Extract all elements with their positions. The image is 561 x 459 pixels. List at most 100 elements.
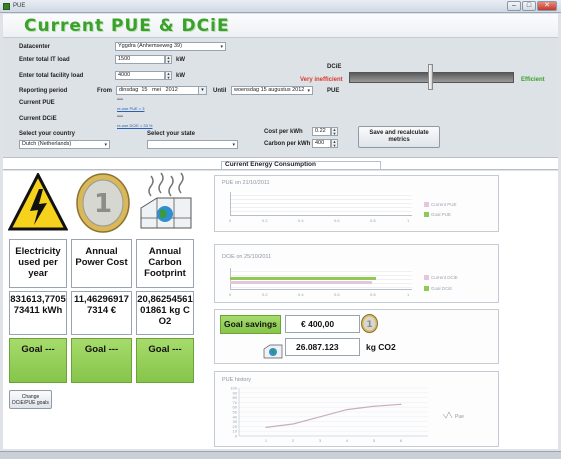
dcie-slider-label: DCiE xyxy=(327,64,342,70)
svg-text:1: 1 xyxy=(94,189,112,219)
lightning-hazard-icon xyxy=(7,171,69,233)
title-bar: PUE – □ ✕ xyxy=(0,0,561,13)
pue-history-chart: 10090807060504030201001 2 3 4 5 6Pue xyxy=(230,386,464,443)
state-label: Select your state xyxy=(147,131,196,137)
carbon-goal-tile: Goal --- xyxy=(136,338,194,383)
facility-load-unit: kW xyxy=(176,73,185,79)
electricity-value-tile: 831613,770573411 kWh xyxy=(9,291,67,335)
efficient-label: Efficient xyxy=(521,77,545,83)
from-day: 15 xyxy=(141,87,148,93)
pue-tick-5: 1 xyxy=(407,218,410,223)
save-recalculate-button[interactable]: Save and recalculate metrics xyxy=(358,126,440,148)
dcie-tick-0: 0 xyxy=(229,292,232,297)
current-pue-value: --- xyxy=(117,97,123,103)
country-select[interactable]: Dutch (Netherlands) ▾ xyxy=(19,140,110,149)
datacenter-label: Datacenter xyxy=(19,44,51,50)
power-cost-value-tile: 11,462969177314 € xyxy=(71,291,132,335)
calendar-dropdown-icon[interactable]: ▾ xyxy=(198,86,207,95)
greenhouse-earth-icon xyxy=(137,170,195,234)
carbon-input[interactable]: 400 xyxy=(312,139,331,148)
section-header: Current Energy Consumption xyxy=(3,157,558,170)
pue-panel: PUE on 21/10/2011 0 0.2 0.4 0.6 0.8 1 Cu… xyxy=(214,175,499,232)
from-weekday: dinsdag xyxy=(119,87,139,93)
current-pue-label: Current PUE xyxy=(19,100,55,106)
change-goals-button[interactable]: Change DCiE/PUE goals xyxy=(9,390,52,409)
dcie-tick-3: 0.6 xyxy=(334,292,340,297)
history-point xyxy=(319,416,321,418)
maximize-button[interactable]: □ xyxy=(522,1,536,11)
window-title: PUE xyxy=(13,3,26,9)
history-legend-icon xyxy=(442,411,453,419)
coin-icon: 1 xyxy=(361,314,378,333)
pue-legend-goal-swatch xyxy=(424,212,429,217)
history-xtick: 4 xyxy=(346,438,349,443)
pue-plot-area xyxy=(230,192,412,216)
history-point xyxy=(346,409,348,411)
dcie-legend-goal-swatch xyxy=(424,286,429,291)
carbon-label: Carbon per kWh xyxy=(264,141,311,147)
history-legend: Pue xyxy=(455,414,464,420)
carbon-value-tile: 20,8625456101861 kg CO2 xyxy=(136,291,194,335)
it-load-spinner[interactable]: ▲ ▼ xyxy=(165,55,172,64)
section-title: Current Energy Consumption xyxy=(225,161,317,168)
facility-load-label: Enter total facility load xyxy=(19,73,84,79)
carbon-spinner[interactable]: ▲ ▼ xyxy=(331,139,338,148)
from-date-picker[interactable]: dinsdag 15 mei 2012 xyxy=(116,86,206,95)
dcie-panel: DCiE on 25/10/2011 0 0.2 0.4 0.6 0.8 1 C… xyxy=(214,244,499,303)
pue-legend-goal: Goal PUE xyxy=(431,212,452,217)
carbon-label-tile: Annual Carbon Footprint xyxy=(136,239,194,288)
current-dcie-link[interactable]: re-use DCiE = 33 % xyxy=(117,123,152,128)
pue-legend-current-swatch xyxy=(424,202,429,207)
history-point xyxy=(400,403,402,405)
current-pue-link[interactable]: re-use PUE = 3 xyxy=(117,106,144,111)
greenhouse-icon xyxy=(263,337,283,359)
until-value: woensdag 15 augustus 2012 xyxy=(234,87,305,93)
history-series-line xyxy=(265,403,402,428)
it-load-input[interactable]: 1500 xyxy=(115,55,165,64)
efficiency-slider-thumb[interactable] xyxy=(428,64,433,90)
app-title: Current PUE & DCiE xyxy=(24,16,230,36)
electricity-label: Electricity used per year xyxy=(15,246,61,279)
close-button[interactable]: ✕ xyxy=(537,1,557,11)
goal-savings-label: Goal savings xyxy=(224,319,277,329)
carbon-value: 20,8625456101861 kg CO2 xyxy=(137,294,193,327)
from-label: From xyxy=(97,88,112,94)
until-date-picker[interactable]: woensdag 15 augustus 2012 ▾ xyxy=(231,86,313,95)
cost-input[interactable]: 0.22 xyxy=(312,127,331,136)
pue-tick-1: 0.2 xyxy=(262,218,268,223)
datacenter-value: Yggdra (Anhemseweg 39) xyxy=(118,43,182,49)
status-bar xyxy=(0,451,561,459)
datacenter-select[interactable]: Yggdra (Anhemseweg 39) ▾ xyxy=(115,42,226,51)
from-month: mei xyxy=(152,87,161,93)
history-ytick: 0 xyxy=(235,434,238,439)
power-cost-value: 11,462969177314 € xyxy=(74,294,129,316)
dcie-tick-5: 1 xyxy=(407,292,410,297)
chevron-down-icon: ▾ xyxy=(104,142,107,148)
power-cost-label: Annual Power Cost xyxy=(75,246,128,268)
cost-spinner[interactable]: ▲ ▼ xyxy=(331,127,338,136)
electricity-label-tile: Electricity used per year xyxy=(9,239,67,288)
country-label: Select your country xyxy=(19,131,76,137)
savings-money: € 400,00 xyxy=(301,319,335,329)
pue-legend-current: Current PUE xyxy=(431,202,457,207)
state-select[interactable]: ▾ xyxy=(147,140,238,149)
pue-tick-3: 0.6 xyxy=(334,218,340,223)
dcie-tick-4: 0.8 xyxy=(370,292,376,297)
current-dcie-label: Current DCiE xyxy=(19,116,57,122)
facility-load-input[interactable]: 4000 xyxy=(115,71,165,80)
dcie-panel-title: DCiE on 25/10/2011 xyxy=(222,254,272,260)
savings-co2-value: 26.087.123 xyxy=(296,342,339,352)
minimize-button[interactable]: – xyxy=(507,1,521,11)
dcie-legend-goal: Goal DCiE xyxy=(431,286,453,291)
reporting-period-label: Reporting period xyxy=(19,88,68,94)
electricity-value: 831613,770573411 kWh xyxy=(10,294,66,316)
carbon-footprint-label: Annual Carbon Footprint xyxy=(144,246,186,279)
pue-slider-label: PUE xyxy=(327,88,340,94)
cost-label: Cost per kWh xyxy=(264,129,303,135)
dcie-legend-current: Current DCiE xyxy=(431,275,458,280)
dcie-legend-current-swatch xyxy=(424,275,429,280)
facility-load-spinner[interactable]: ▲ ▼ xyxy=(165,71,172,80)
dcie-current-bar xyxy=(230,281,372,284)
it-load-unit: kW xyxy=(176,57,185,63)
history-xtick: 1 xyxy=(265,438,268,443)
